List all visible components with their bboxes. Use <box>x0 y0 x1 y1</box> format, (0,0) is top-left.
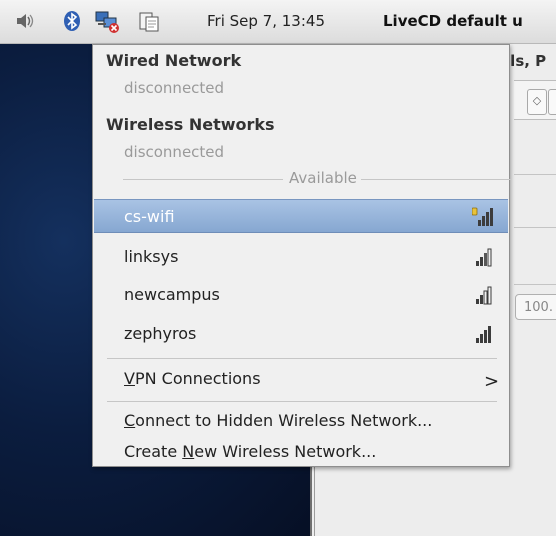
available-label: Available <box>289 169 357 187</box>
network-name: cs-wifi <box>124 207 175 226</box>
clock[interactable]: Fri Sep 7, 13:45 <box>207 12 325 30</box>
secure-signal-icon <box>471 207 494 227</box>
top-panel: Fri Sep 7, 13:45 LiveCD default u <box>0 0 556 44</box>
signal-strength-icon <box>472 324 494 344</box>
user-menu[interactable]: LiveCD default u <box>383 12 523 30</box>
network-menu: Wired Network disconnected Wireless Netw… <box>92 44 511 467</box>
wireless-networks-title: Wireless Networks <box>106 115 275 134</box>
network-name: linksys <box>124 247 179 266</box>
network-name: newcampus <box>124 285 220 304</box>
volume-icon[interactable] <box>14 10 36 32</box>
signal-strength-icon <box>472 285 494 305</box>
wired-status: disconnected <box>124 79 225 97</box>
chevron-right-icon: > <box>484 371 500 392</box>
divider <box>514 227 556 228</box>
vpn-connections-menu-item[interactable]: VPN Connections <box>124 369 261 388</box>
wireless-status: disconnected <box>124 143 225 161</box>
spin-button-secondary[interactable] <box>548 89 556 115</box>
clipboard-icon[interactable] <box>138 10 160 32</box>
divider <box>514 174 556 175</box>
spin-button[interactable]: ◇ <box>527 89 547 115</box>
network-item-linksys[interactable]: linksys <box>94 240 508 274</box>
connect-hidden-network-item[interactable]: Connect to Hidden Wireless Network... <box>124 411 432 430</box>
wired-network-title: Wired Network <box>106 51 242 70</box>
menu-divider <box>107 401 497 402</box>
network-disconnected-icon[interactable] <box>95 10 121 33</box>
network-name: zephyros <box>124 324 197 343</box>
divider <box>514 284 556 285</box>
address-field[interactable]: 100. <box>515 294 556 320</box>
available-separator: Available <box>123 169 511 189</box>
network-item-zephyros[interactable]: zephyros <box>94 317 508 351</box>
bluetooth-icon[interactable] <box>61 10 83 32</box>
network-item-newcampus[interactable]: newcampus <box>94 278 508 312</box>
signal-strength-icon <box>472 247 494 267</box>
create-new-network-item[interactable]: Create New Wireless Network... <box>124 442 376 461</box>
network-item-cs-wifi[interactable]: cs-wifi <box>94 199 508 233</box>
menu-divider <box>107 358 497 359</box>
